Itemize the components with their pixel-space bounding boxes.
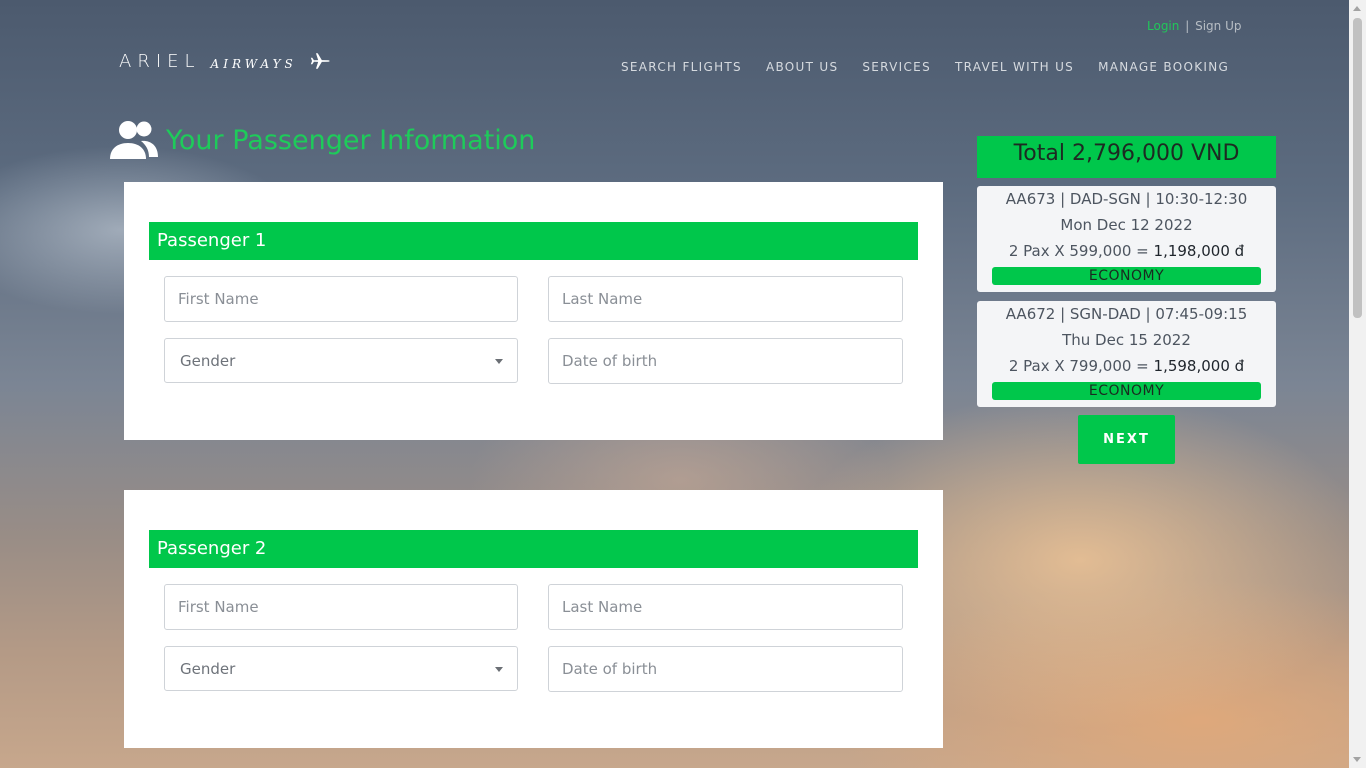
login-link[interactable]: Login: [1147, 19, 1179, 33]
fare-breakdown: 2 Pax X 599,000 =: [1008, 242, 1149, 260]
flight-route: AA673 | DAD-SGN | 10:30-12:30: [1005, 190, 1248, 208]
logo-main-text: ARIEL: [119, 50, 201, 72]
airplane-icon: [310, 53, 330, 69]
fare-class-badge: ECONOMY: [992, 267, 1261, 285]
flight-date: Mon Dec 12 2022: [1060, 216, 1193, 234]
gender-selected-value: Gender: [180, 351, 236, 370]
nav-services[interactable]: SERVICES: [862, 60, 931, 74]
passenger-heading: Passenger 1: [149, 222, 918, 260]
nav-about-us[interactable]: ABOUT US: [766, 60, 838, 74]
flight-route: AA672 | SGN-DAD | 07:45-09:15: [1005, 305, 1248, 323]
auth-links: Login | Sign Up: [1147, 19, 1241, 33]
gender-select[interactable]: Gender: [164, 338, 518, 383]
flight-fare: 2 Pax X 599,000 = 1,198,000 đ: [977, 242, 1276, 260]
passenger-card-2: Passenger 2 First Name Last Name Gender …: [124, 490, 943, 748]
next-button[interactable]: NEXT: [1078, 415, 1175, 464]
brand-logo[interactable]: ARIEL AIRWAYS: [119, 50, 331, 72]
page-title-block: Your Passenger Information: [108, 118, 535, 162]
chevron-down-icon: [495, 358, 503, 364]
first-name-input[interactable]: First Name: [164, 276, 518, 322]
users-icon: [110, 121, 158, 159]
page-scrollbar[interactable]: [1349, 0, 1366, 768]
flight-summary-card: AA672 | SGN-DAD | 07:45-09:15 Thu Dec 15…: [977, 301, 1276, 407]
nav-travel-with-us[interactable]: TRAVEL WITH US: [955, 60, 1074, 74]
page-title: Your Passenger Information: [166, 124, 536, 156]
date-of-birth-input[interactable]: Date of birth: [548, 646, 903, 692]
signup-link[interactable]: Sign Up: [1195, 19, 1241, 33]
scroll-down-arrow-icon[interactable]: [1353, 757, 1361, 762]
fare-breakdown: 2 Pax X 799,000 =: [1008, 357, 1149, 375]
first-name-input[interactable]: First Name: [164, 584, 518, 630]
scrollbar-thumb[interactable]: [1353, 18, 1362, 318]
fare-class-badge: ECONOMY: [992, 382, 1261, 400]
passenger-card-1: Passenger 1 First Name Last Name Gender …: [124, 182, 943, 440]
nav-search-flights[interactable]: SEARCH FLIGHTS: [621, 60, 742, 74]
flight-summary-card: AA673 | DAD-SGN | 10:30-12:30 Mon Dec 12…: [977, 186, 1276, 292]
date-of-birth-input[interactable]: Date of birth: [548, 338, 903, 384]
chevron-down-icon: [495, 666, 503, 672]
last-name-input[interactable]: Last Name: [548, 276, 903, 322]
fare-total: 1,198,000 đ: [1153, 242, 1245, 260]
scroll-up-arrow-icon[interactable]: [1353, 6, 1361, 11]
main-nav: SEARCH FLIGHTS ABOUT US SERVICES TRAVEL …: [621, 60, 1229, 74]
last-name-input[interactable]: Last Name: [548, 584, 903, 630]
gender-selected-value: Gender: [180, 659, 236, 678]
flight-date: Thu Dec 15 2022: [1062, 331, 1191, 349]
passenger-heading: Passenger 2: [149, 530, 918, 568]
auth-separator: |: [1185, 19, 1190, 33]
fare-total: 1,598,000 đ: [1153, 357, 1245, 375]
nav-manage-booking[interactable]: MANAGE BOOKING: [1098, 60, 1229, 74]
gender-select[interactable]: Gender: [164, 646, 518, 691]
logo-sub-text: AIRWAYS: [210, 56, 297, 71]
total-price: Total 2,796,000 VND: [977, 136, 1276, 178]
flight-fare: 2 Pax X 799,000 = 1,598,000 đ: [977, 357, 1276, 375]
